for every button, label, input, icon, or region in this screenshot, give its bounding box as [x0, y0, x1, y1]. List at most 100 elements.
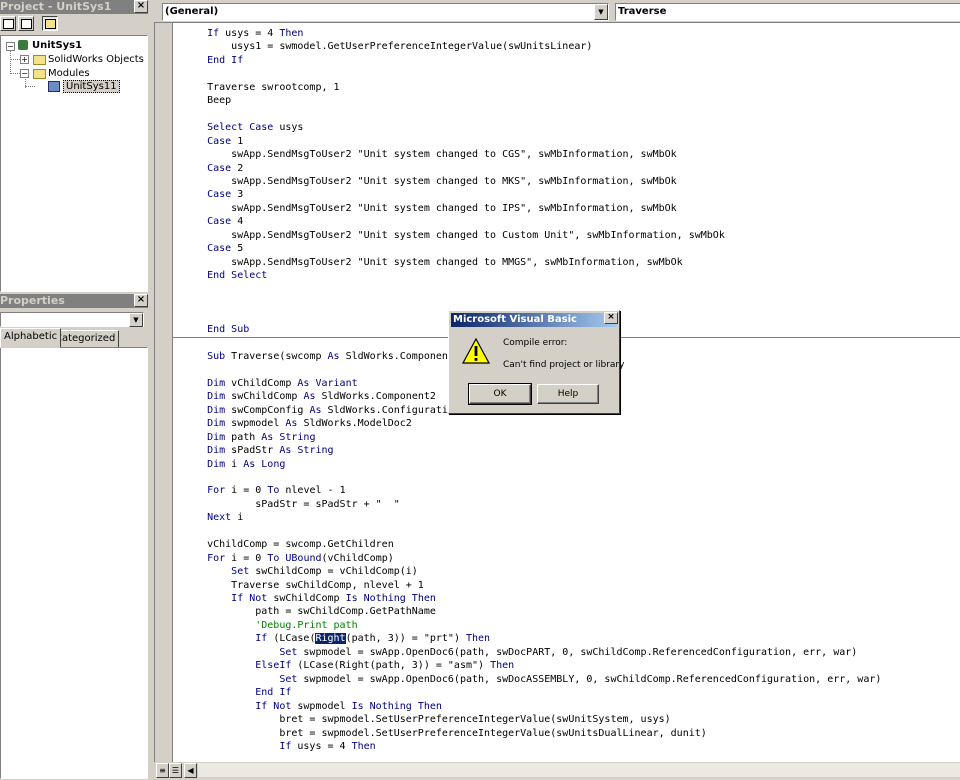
- tree-project-node[interactable]: UnitSys1: [32, 39, 82, 52]
- scroll-left-icon[interactable]: ◀: [184, 763, 197, 778]
- properties-panel-title: Properties: [0, 294, 148, 308]
- code-line[interactable]: sPadStr = sPadStr + " ": [183, 498, 881, 511]
- tree-modules[interactable]: Modules: [48, 67, 90, 80]
- expand-objects-toggle[interactable]: +: [20, 55, 29, 64]
- code-token: (LCase(: [267, 633, 316, 645]
- code-line[interactable]: Set swChildComp = vChildComp(i): [183, 565, 881, 578]
- code-line[interactable]: Case 2: [183, 162, 881, 175]
- code-line[interactable]: usys1 = swmodel.GetUserPreferenceInteger…: [183, 40, 881, 53]
- code-line[interactable]: For i = 0 To nlevel - 1: [183, 484, 881, 497]
- code-margin: [155, 23, 173, 763]
- tab-alphabetic[interactable]: Alphabetic: [0, 328, 62, 348]
- code-line[interactable]: If Not swpmodel Is Nothing Then: [183, 700, 881, 713]
- code-line[interactable]: swApp.SendMsgToUser2 "Unit system change…: [183, 229, 881, 242]
- code-token: Traverse(swcomp: [225, 350, 328, 362]
- code-line[interactable]: End If: [183, 54, 881, 67]
- tree-solidworks-objects[interactable]: SolidWorks Objects: [48, 53, 144, 66]
- code-line[interactable]: path = swChildComp.GetPathName: [183, 605, 881, 618]
- code-line[interactable]: Set swpmodel = swApp.OpenDoc6(path, swDo…: [183, 673, 881, 686]
- code-line[interactable]: ElseIf (LCase(Right(path, 3)) = "asm") T…: [183, 659, 881, 672]
- code-line[interactable]: swApp.SendMsgToUser2 "Unit system change…: [183, 256, 881, 269]
- code-line[interactable]: [183, 525, 881, 538]
- code-line[interactable]: Dim sPadStr As String: [183, 444, 881, 457]
- code-line[interactable]: Case 5: [183, 242, 881, 255]
- chevron-down-icon[interactable]: ▼: [129, 313, 143, 327]
- project-tree: − UnitSys1 + SolidWorks Objects − Module…: [0, 35, 148, 292]
- code-line[interactable]: If usys = 4 Then: [183, 27, 881, 40]
- code-line[interactable]: Traverse swrootcomp, 1: [183, 81, 881, 94]
- code-line[interactable]: [183, 296, 881, 309]
- code-line[interactable]: Next i: [183, 511, 881, 524]
- code-keyword: Next: [207, 512, 232, 524]
- code-keyword: Case: [207, 216, 232, 228]
- code-line[interactable]: Case 4: [183, 215, 881, 228]
- code-line[interactable]: Case 3: [183, 188, 881, 201]
- view-code-button[interactable]: [0, 16, 16, 31]
- collapse-modules-toggle[interactable]: −: [20, 69, 29, 78]
- tab-categorized[interactable]: Categorized: [51, 330, 120, 348]
- code-line[interactable]: swApp.SendMsgToUser2 "Unit system change…: [183, 148, 881, 161]
- code-line[interactable]: If Not swChildComp Is Nothing Then: [183, 592, 881, 605]
- code-keyword: As Variant: [297, 377, 358, 389]
- code-line[interactable]: Dim i As Long: [183, 458, 881, 471]
- code-token: swChildComp: [225, 391, 304, 403]
- code-line[interactable]: vChildComp = swcomp.GetChildren: [183, 538, 881, 551]
- code-line[interactable]: [183, 471, 881, 484]
- view-object-button[interactable]: [18, 16, 34, 31]
- code-keyword: Set: [279, 673, 298, 685]
- code-token: i = 0: [225, 485, 268, 497]
- code-line[interactable]: [183, 108, 881, 121]
- code-line[interactable]: [183, 283, 881, 296]
- help-button[interactable]: Help: [537, 384, 599, 404]
- scroll-track[interactable]: [198, 763, 960, 777]
- dialog-close-button[interactable]: ×: [604, 312, 618, 324]
- code-line[interactable]: Set swpmodel = swApp.OpenDoc6(path, swDo…: [183, 646, 881, 659]
- code-token: swpmodel: [225, 418, 286, 430]
- horizontal-scrollbar[interactable]: ≡ ☰ ◀: [154, 762, 960, 779]
- code-line[interactable]: 'Debug.Print path: [183, 619, 881, 632]
- procedure-view-button[interactable]: ≡: [156, 763, 169, 778]
- code-line[interactable]: bret = swpmodel.SetUserPreferenceInteger…: [183, 713, 881, 726]
- code-line[interactable]: For i = 0 To UBound(vChildComp): [183, 552, 881, 565]
- code-line[interactable]: Traverse swChildComp, nlevel + 1: [183, 579, 881, 592]
- code-line[interactable]: End If: [183, 686, 881, 699]
- code-token: Traverse swChildComp, nlevel + 1: [183, 579, 424, 591]
- code-keyword: Dim: [207, 404, 226, 416]
- full-module-view-button[interactable]: ☰: [169, 763, 182, 778]
- project-panel-close-button[interactable]: ×: [134, 0, 148, 13]
- code-keyword: Dim: [207, 391, 226, 403]
- code-line[interactable]: Beep: [183, 94, 881, 107]
- collapse-project-toggle[interactable]: −: [6, 42, 15, 51]
- code-line[interactable]: If usys = 4 Then: [183, 740, 881, 753]
- code-line[interactable]: Dim swpmodel As SldWorks.ModelDoc2: [183, 417, 881, 430]
- properties-panel-close-button[interactable]: ×: [134, 294, 148, 307]
- procedure-select[interactable]: Traverse: [615, 3, 960, 21]
- code-token: i = 0: [225, 552, 268, 564]
- code-line[interactable]: If (LCase(Right(path, 3)) = "prt") Then: [183, 632, 881, 645]
- tree-module-unitsys11[interactable]: UnitSys11: [63, 80, 120, 93]
- code-keyword: Case: [207, 243, 232, 255]
- code-line[interactable]: swApp.SendMsgToUser2 "Unit system change…: [183, 175, 881, 188]
- code-token: swApp.SendMsgToUser2 "Unit system change…: [183, 202, 677, 214]
- chevron-down-icon[interactable]: ▼: [594, 4, 608, 20]
- code-line[interactable]: swApp.SendMsgToUser2 "Unit system change…: [183, 202, 881, 215]
- code-line[interactable]: Select Case usys: [183, 121, 881, 134]
- ok-button[interactable]: OK: [468, 383, 532, 405]
- code-line[interactable]: Dim path As String: [183, 431, 881, 444]
- toggle-folders-button[interactable]: [42, 16, 58, 31]
- code-line[interactable]: Case 1: [183, 135, 881, 148]
- properties-object-select[interactable]: ▼: [0, 312, 144, 327]
- code-token: bret = swpmodel.SetUserPreferenceInteger…: [183, 727, 707, 739]
- code-line[interactable]: bret = swpmodel.SetUserPreferenceInteger…: [183, 727, 881, 740]
- code-keyword: Then: [466, 633, 491, 645]
- code-line[interactable]: [183, 67, 881, 80]
- folder-icon: [33, 55, 46, 65]
- code-line[interactable]: End Select: [183, 269, 881, 282]
- code-token: (path, 3)) = "prt"): [345, 633, 466, 645]
- dialog-message-heading: Compile error:: [503, 338, 568, 348]
- object-select[interactable]: (General) ▼: [162, 3, 609, 21]
